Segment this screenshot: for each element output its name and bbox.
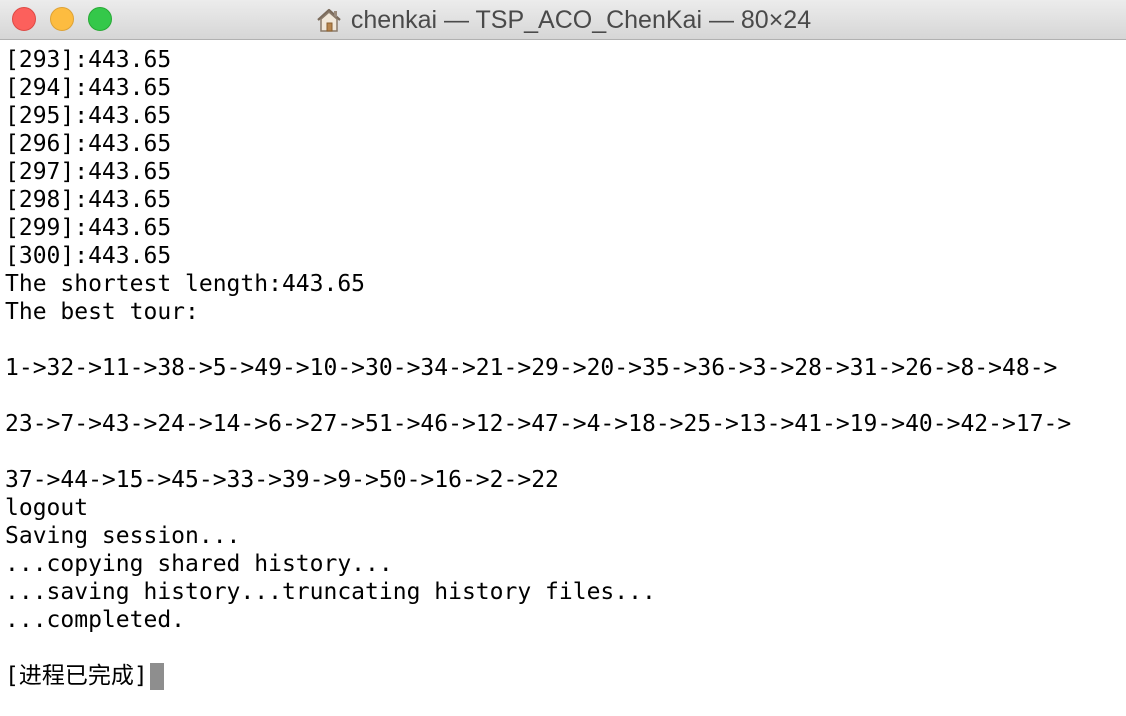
terminal-line: [295]:443.65 <box>5 103 172 129</box>
terminal-line: [294]:443.65 <box>5 75 172 101</box>
terminal-line: [297]:443.65 <box>5 159 172 185</box>
terminal-line: logout <box>5 495 89 521</box>
title-bar[interactable]: chenkai — TSP_ACO_ChenKai — 80×24 <box>0 0 1126 40</box>
terminal-final-line: [进程已完成] <box>5 662 1121 690</box>
text-cursor <box>149 662 164 690</box>
terminal-window: chenkai — TSP_ACO_ChenKai — 80×24 [293]:… <box>0 0 1126 716</box>
terminal-line: ...completed. <box>5 607 186 633</box>
terminal-line: 37->44->15->45->33->39->9->50->16->2->22 <box>5 467 559 493</box>
home-icon <box>315 7 343 33</box>
terminal-line: [300]:443.65 <box>5 243 172 269</box>
terminal-line: [299]:443.65 <box>5 215 172 241</box>
terminal-line: [293]:443.65 <box>5 47 172 73</box>
terminal-line: [298]:443.65 <box>5 187 172 213</box>
window-title-group: chenkai — TSP_ACO_ChenKai — 80×24 <box>0 0 1126 40</box>
window-title: chenkai — TSP_ACO_ChenKai — 80×24 <box>350 5 812 34</box>
terminal-line: [296]:443.65 <box>5 131 172 157</box>
terminal-line: The shortest length:443.65 <box>5 271 366 297</box>
terminal-line: The best tour: <box>5 299 199 325</box>
terminal-line: 23->7->43->24->14->6->27->51->46->12->47… <box>5 411 1072 437</box>
terminal-lines: [293]:443.65 [294]:443.65 [295]:443.65 [296… <box>5 46 1121 662</box>
terminal-line: Saving session... <box>5 523 241 549</box>
terminal-output[interactable]: [293]:443.65 [294]:443.65 [295]:443.65 [296… <box>5 46 1121 710</box>
process-completed-text: [进程已完成] <box>5 663 148 689</box>
terminal-line: ...copying shared history... <box>5 551 393 577</box>
terminal-line: 1->32->11->38->5->49->10->30->34->21->29… <box>5 355 1058 381</box>
terminal-line: ...saving history...truncating history f… <box>5 579 656 605</box>
